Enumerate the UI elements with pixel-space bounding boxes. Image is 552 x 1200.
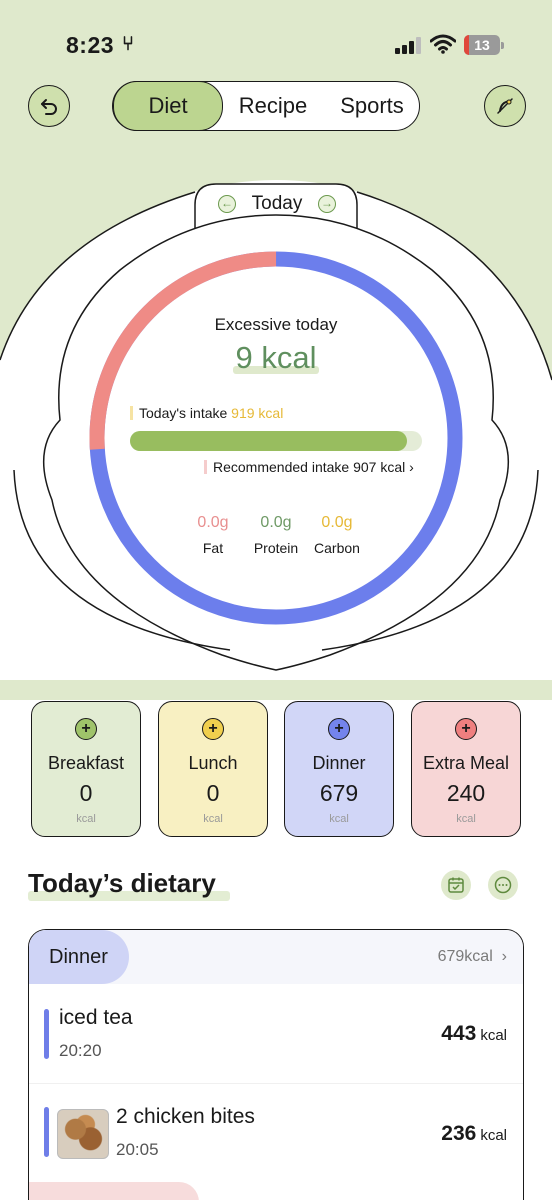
food-item-row[interactable]: 2 chicken bites 20:05 236 kcal	[29, 1085, 523, 1185]
next-day-arrow-icon[interactable]: →	[317, 195, 336, 213]
food-time: 20:05	[116, 1140, 159, 1159]
meal-card-lunch[interactable]: + Lunch 0 kcal	[158, 701, 268, 837]
battery-level: 13	[474, 37, 490, 53]
macro-protein: 0.0g Protein	[245, 514, 307, 556]
add-breakfast-icon[interactable]: +	[75, 718, 97, 740]
view-tabs: Diet Recipe Sports	[112, 80, 420, 131]
tab-recipe[interactable]: Recipe	[221, 82, 325, 129]
macro-fat-label: Fat	[202, 540, 224, 556]
food-kcal-value: 443	[441, 1022, 477, 1045]
dietary-title: Today’s dietary	[28, 868, 216, 898]
meal-name: Extra Meal	[422, 753, 510, 773]
dinner-group-header[interactable]: Dinner 679kcal ›	[29, 930, 523, 984]
tab-diet[interactable]: Diet	[113, 80, 223, 131]
meal-unit: kcal	[203, 813, 223, 825]
macro-fat: 0.0g Fat	[182, 514, 244, 556]
food-kcal-value: 236	[441, 1122, 477, 1145]
fork-knife-icon: ⑂	[122, 33, 134, 55]
food-photo	[57, 1109, 109, 1159]
meal-calories: 240	[446, 780, 486, 806]
food-name: iced tea	[59, 1006, 133, 1029]
intake-value: 919 kcal	[231, 405, 284, 421]
meal-card-extra[interactable]: + Extra Meal 240 kcal	[411, 701, 521, 837]
meal-calories: 0	[79, 780, 93, 806]
add-lunch-icon[interactable]: +	[202, 718, 224, 740]
intake-row: Today's intake 919 kcal	[130, 405, 283, 421]
calendar-button[interactable]	[441, 870, 471, 900]
add-dinner-icon[interactable]: +	[328, 718, 350, 740]
food-name: 2 chicken bites	[116, 1105, 255, 1128]
meal-unit: kcal	[76, 813, 96, 825]
meal-name: Dinner	[312, 753, 366, 773]
meal-name: Breakfast	[47, 753, 125, 773]
food-item-row[interactable]: iced tea 20:20 443 kcal	[29, 984, 523, 1084]
more-button[interactable]	[488, 870, 518, 900]
recommended-text: Recommended intake 907 kcal	[213, 459, 406, 475]
prev-day-arrow-icon[interactable]: ←	[218, 195, 236, 213]
intake-progress-fill	[130, 431, 408, 451]
food-kcal-unit: kcal	[480, 1127, 507, 1144]
macro-carbon: 0.0g Carbon	[306, 514, 368, 556]
meal-card-breakfast[interactable]: + Breakfast 0 kcal	[31, 701, 141, 837]
macro-carbon-label: Carbon	[314, 540, 360, 556]
tab-sports[interactable]: Sports	[327, 82, 417, 129]
leaf-badge-icon	[497, 98, 513, 114]
status-bar: 8:23 ⑂ 13	[0, 0, 552, 80]
intake-label: Today's intake	[139, 405, 228, 421]
food-kcal: 236 kcal	[441, 1122, 507, 1146]
dietary-card: Dinner 679kcal › iced tea 20:20 443 kcal …	[28, 929, 524, 1200]
status-time: 8:23	[66, 32, 115, 58]
undo-arrow-icon	[41, 99, 57, 115]
recommended-intake-link[interactable]: Recommended intake 907 kcal ›	[204, 459, 414, 475]
battery-icon: 13	[464, 35, 504, 55]
macro-carbon-value: 0.0g	[321, 514, 353, 531]
meal-name: Lunch	[188, 753, 238, 773]
more-dots-icon	[494, 876, 512, 894]
meal-unit: kcal	[456, 813, 476, 825]
food-kcal-unit: kcal	[480, 1027, 507, 1044]
meal-card-dinner[interactable]: + Dinner 679 kcal	[284, 701, 394, 837]
back-button[interactable]	[28, 85, 70, 127]
dinner-total-value: 679kcal	[437, 948, 493, 965]
extra-meal-group-header[interactable]	[29, 1182, 199, 1200]
excess-status-label: Excessive today	[214, 315, 338, 334]
macro-protein-label: Protein	[253, 540, 299, 556]
day-navigator: ← Today →	[218, 189, 336, 219]
macro-protein-value: 0.0g	[260, 514, 292, 531]
cellular-signal-icon	[395, 36, 423, 54]
food-kcal: 443 kcal	[441, 1022, 507, 1046]
excess-value: 9 kcal	[235, 340, 317, 375]
day-label: Today	[251, 193, 303, 214]
add-extra-meal-icon[interactable]: +	[455, 718, 477, 740]
chevron-right-icon: ›	[409, 459, 414, 475]
meal-calories: 679	[319, 780, 359, 806]
calendar-check-icon	[448, 877, 464, 893]
food-time: 20:20	[59, 1041, 102, 1060]
intake-progress-bar	[130, 431, 422, 451]
macro-fat-value: 0.0g	[197, 514, 229, 531]
meal-unit: kcal	[329, 813, 349, 825]
wifi-icon	[429, 34, 457, 54]
settings-button[interactable]	[484, 85, 526, 127]
dinner-group-label: Dinner	[29, 930, 129, 984]
dinner-group-total: 679kcal ›	[438, 930, 507, 984]
chevron-right-icon: ›	[497, 948, 507, 965]
meal-calories: 0	[206, 780, 220, 806]
